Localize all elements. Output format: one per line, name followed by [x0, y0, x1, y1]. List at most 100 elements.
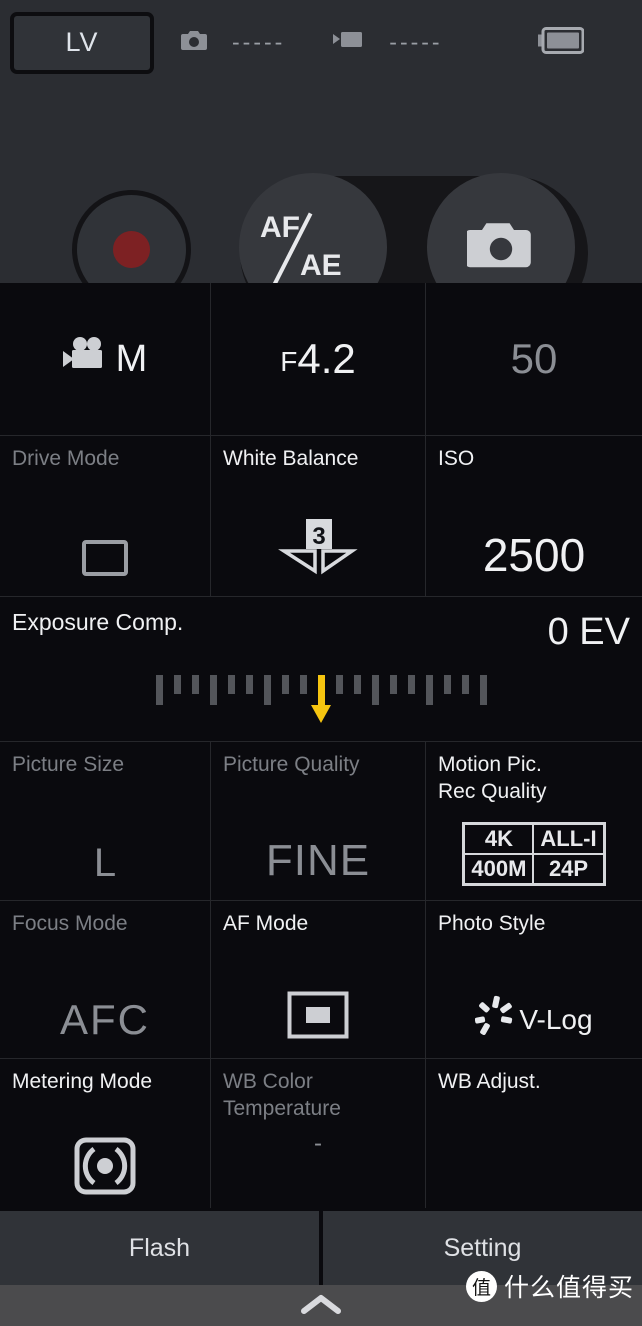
video-capacity-group: ----- [285, 29, 442, 56]
iso-value: 2500 [482, 529, 586, 581]
metering-mode-cell[interactable]: Metering Mode [0, 1059, 211, 1214]
picture-quality-row: Picture Size L Picture Quality FINE Moti… [0, 742, 642, 901]
exposure-comp-slider[interactable] [0, 675, 642, 723]
drive-mode-label: Drive Mode [12, 447, 120, 470]
sunburst-icon [475, 995, 515, 1044]
rec-quality-badge: 4K ALL-I 400M 24P [462, 821, 606, 886]
af-mode-value [211, 991, 425, 1044]
picture-size-cell[interactable]: Picture Size L [0, 742, 211, 900]
wb-color-temperature-label: WB Color Temperature [223, 1070, 341, 1120]
ae-label: AE [300, 249, 342, 282]
live-view-label: LV [65, 27, 99, 57]
exposure-tick-scale [0, 675, 642, 709]
exposure-tick [299, 675, 307, 694]
photo-style-text: V-Log [519, 1003, 593, 1035]
iso-cell[interactable]: ISO 2500 [426, 436, 642, 596]
photo-style-cell[interactable]: Photo Style V-Log [426, 901, 642, 1058]
motion-pic-rec-quality-value: 4K ALL-I 400M 24P [426, 821, 642, 886]
exposure-tick [155, 675, 163, 705]
exposure-tick [317, 675, 325, 709]
wb-preset-3-icon: 3 [278, 519, 358, 581]
aperture-value: F4.2 [211, 335, 425, 383]
exposure-compensation-row[interactable]: Exposure Comp. 0 EV [0, 597, 642, 742]
rec-quality-res: 4K [464, 823, 534, 854]
wb-adjust-cell[interactable]: WB Adjust. [426, 1059, 642, 1214]
motion-pic-rec-quality-cell[interactable]: Motion Pic. Rec Quality 4K ALL-I 400M 24… [426, 742, 642, 900]
iso-label: ISO [438, 447, 475, 470]
exposure-tick [191, 675, 199, 694]
svg-text:3: 3 [312, 523, 325, 550]
picture-quality-label: Picture Quality [223, 753, 360, 776]
capture-controls: AF AE [0, 85, 642, 330]
wb-adjust-label: WB Adjust. [438, 1070, 541, 1093]
aperture-number: 4.2 [297, 335, 356, 382]
video-camera-icon [333, 30, 367, 55]
chevron-up-icon[interactable] [298, 1292, 344, 1320]
rec-mode-value: M [0, 337, 210, 381]
center-weighted-metering-icon [74, 1137, 136, 1199]
wb-color-temperature-cell[interactable]: WB Color Temperature - [211, 1059, 426, 1214]
af-mode-label: AF Mode [223, 912, 309, 935]
camera-remote-app: LV ----- ----- AF AE M F4.2 50 Drive Mod… [0, 0, 642, 1326]
exposure-tick [335, 675, 343, 694]
watermark: 值 什么值得买 [465, 1268, 634, 1304]
exposure-tick [209, 675, 217, 705]
exposure-tick [227, 675, 235, 694]
drive-wb-iso-row: Drive Mode White Balance 3 ISO 2500 [0, 436, 642, 597]
exposure-comp-value: 0 EV [547, 611, 630, 653]
exposure-tick [353, 675, 361, 694]
af-ae-glyph: AF AE [258, 207, 368, 288]
shutter-speed-value: 50 [510, 335, 558, 382]
metering-mode-label: Metering Mode [12, 1070, 153, 1093]
still-capacity-group: ----- [154, 28, 285, 57]
live-view-button[interactable]: LV [10, 11, 154, 74]
exposure-tick [461, 675, 469, 694]
metering-wb-row: Metering Mode WB Color Temperature - WB … [0, 1059, 642, 1215]
white-balance-cell[interactable]: White Balance 3 [211, 436, 426, 596]
motion-pic-rec-quality-label: Motion Pic. Rec Quality [438, 753, 547, 803]
exposure-tick [479, 675, 487, 705]
exposure-tick [389, 675, 397, 694]
white-balance-label: White Balance [223, 447, 359, 470]
exposure-tick [245, 675, 253, 694]
af-mode-cell[interactable]: AF Mode [211, 901, 426, 1058]
exposure-tick [407, 675, 415, 694]
wb-color-temperature-value: - [314, 1130, 322, 1157]
flash-label: Flash [128, 1233, 191, 1262]
picture-quality-cell[interactable]: Picture Quality FINE [211, 742, 426, 900]
rec-mode-letter: M [115, 337, 148, 380]
watermark-text: 什么值得买 [503, 1273, 634, 1302]
focus-mode-cell[interactable]: Focus Mode AFC [0, 901, 211, 1058]
af-area-1area-icon [287, 991, 349, 1043]
battery-icon [538, 26, 585, 59]
photo-style-value: V-Log [426, 995, 642, 1044]
drive-mode-value [0, 539, 210, 582]
shutter-speed-cell[interactable]: 50 [426, 283, 642, 435]
settings-grid: M F4.2 50 Drive Mode White Balance 3 ISO… [0, 283, 642, 1215]
exposure-triad-row: M F4.2 50 [0, 283, 642, 436]
focus-mode-value: AFC [60, 996, 150, 1043]
photo-style-label: Photo Style [438, 912, 546, 935]
metering-mode-value [0, 1137, 210, 1200]
exposure-marker-icon [311, 705, 331, 723]
rec-mode-cell[interactable]: M [0, 283, 211, 435]
video-remaining: ----- [389, 29, 443, 55]
picture-size-label: Picture Size [12, 753, 125, 776]
rec-quality-codec: ALL-I [533, 823, 604, 854]
exposure-tick [173, 675, 181, 694]
camera-icon [465, 218, 535, 277]
picture-quality-value: FINE [265, 836, 371, 885]
white-balance-value: 3 [211, 519, 425, 582]
camera-icon [180, 28, 210, 57]
focus-photostyle-row: Focus Mode AFC AF Mode Photo Style V-Log [0, 901, 642, 1059]
flash-button[interactable]: Flash [0, 1211, 319, 1285]
exposure-tick [371, 675, 379, 705]
setting-label: Setting [443, 1233, 522, 1262]
watermark-logo: 值 [465, 1270, 497, 1302]
focus-mode-label: Focus Mode [12, 912, 128, 935]
status-bar: LV ----- ----- [0, 0, 642, 85]
rec-quality-fps: 24P [533, 853, 604, 884]
aperture-cell[interactable]: F4.2 [211, 283, 426, 435]
drive-mode-cell[interactable]: Drive Mode [0, 436, 211, 596]
exposure-comp-label: Exposure Comp. [12, 609, 184, 635]
